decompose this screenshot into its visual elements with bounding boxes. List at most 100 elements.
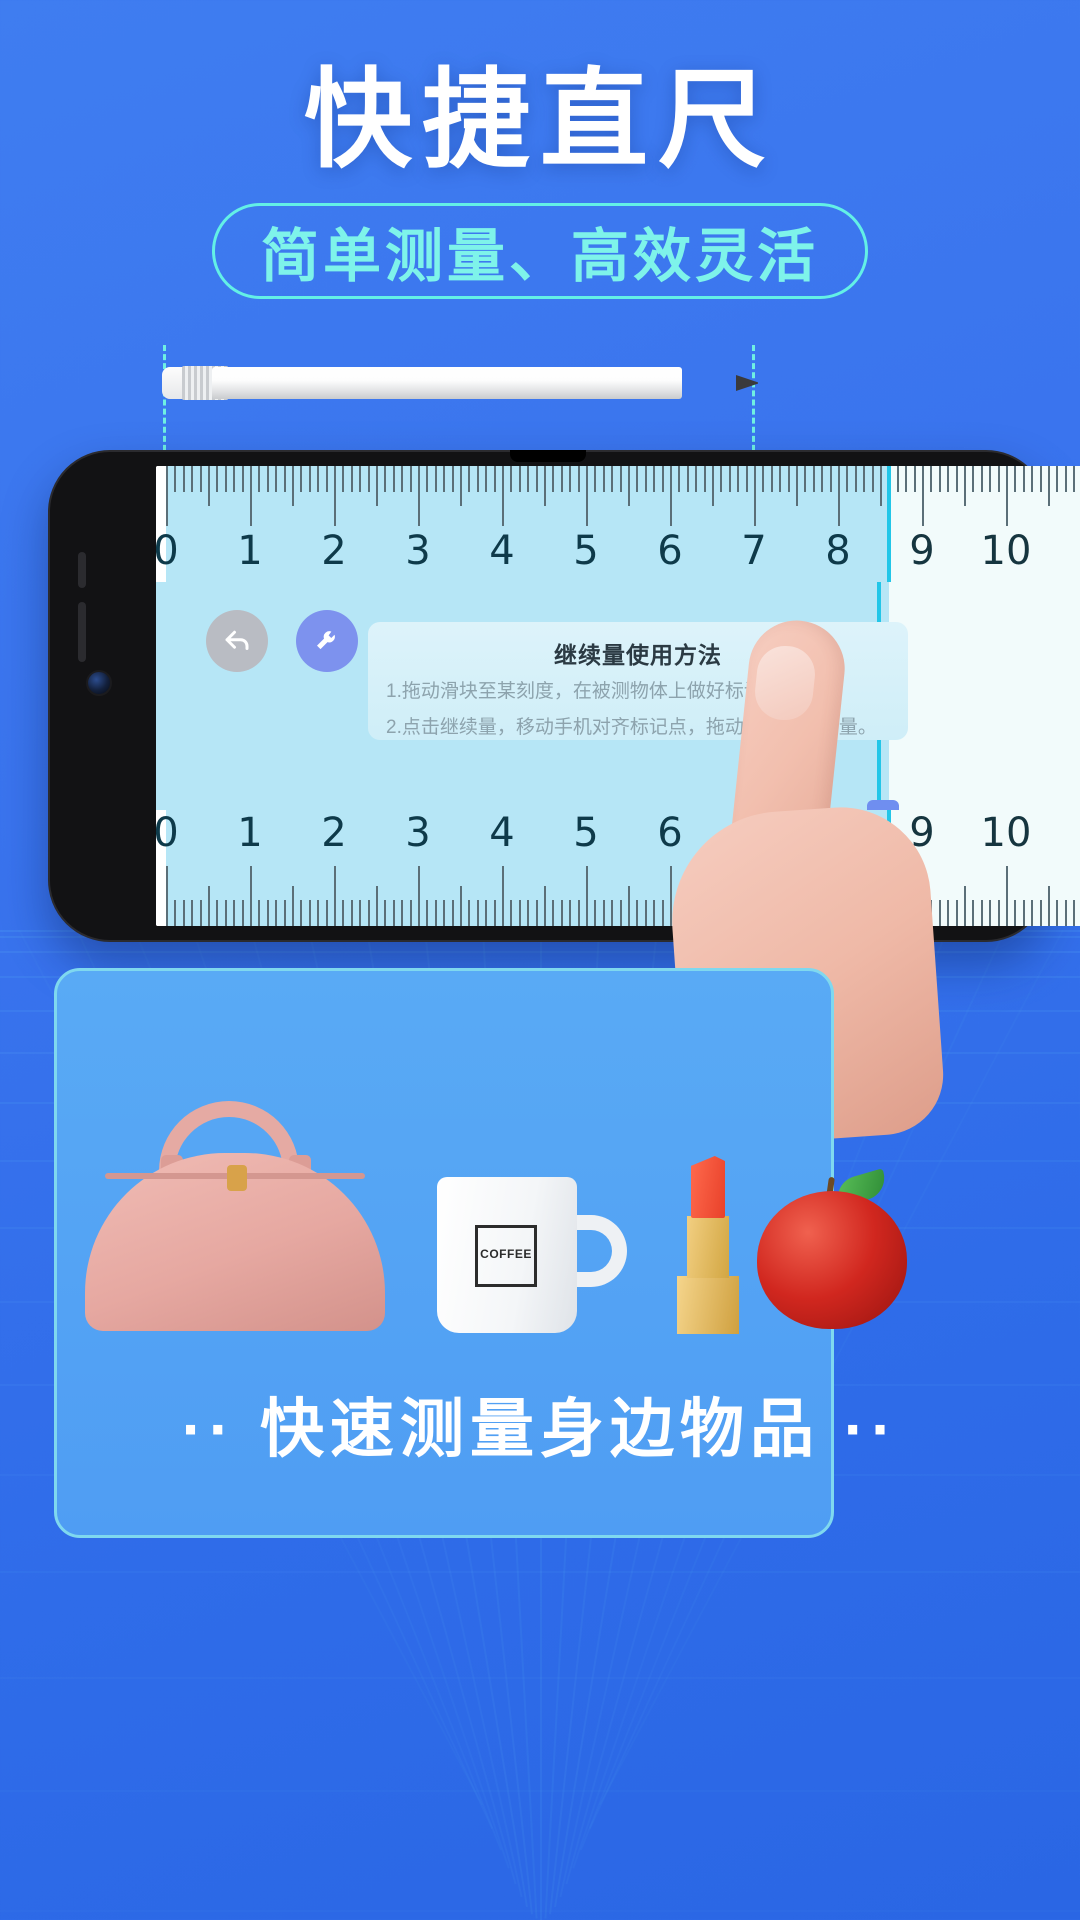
ruler-tick — [426, 900, 429, 926]
ruler-tick — [930, 466, 933, 492]
phone-volume-down-button[interactable] — [78, 602, 86, 662]
ruler-tick — [376, 466, 378, 506]
ruler-tick — [997, 900, 1000, 926]
ruler-tick — [670, 866, 672, 926]
ruler-tick — [208, 466, 210, 506]
ruler-tick — [518, 466, 521, 492]
ruler-tick — [728, 900, 731, 926]
ruler-tick — [317, 900, 320, 926]
ruler-tick — [535, 900, 538, 926]
settings-tool-button[interactable] — [296, 610, 358, 672]
phone-screen: 0 1 2 3 4 5 6 7 8 9 10 继续量使用方法 1.拖动滑块至某刻度，在被测物体上做好… — [156, 466, 1080, 926]
ruler-tick — [401, 900, 404, 926]
ruler-top[interactable]: 0 1 2 3 4 5 6 7 8 9 10 — [156, 466, 1080, 582]
ruler-tick — [174, 900, 177, 926]
ruler-tick — [241, 466, 244, 492]
ruler-tick — [443, 900, 446, 926]
ruler-tick — [325, 900, 328, 926]
ruler-tick — [745, 466, 748, 492]
ruler-tick — [485, 900, 488, 926]
phone-camera — [86, 670, 112, 696]
ruler-number: 1 — [237, 528, 263, 574]
ruler-tick — [636, 466, 639, 492]
mug-label-text: COFFEE — [480, 1247, 532, 1261]
ruler-tick — [552, 466, 555, 492]
ruler-tick — [224, 900, 227, 926]
ruler-tick — [964, 466, 966, 506]
ruler-tick — [712, 466, 714, 506]
ruler-tick — [283, 466, 286, 492]
ruler-number: 7 — [741, 528, 767, 574]
ruler-tick — [283, 900, 286, 926]
grid-horizontal-line — [0, 1910, 1080, 1912]
ruler-tick — [644, 900, 647, 926]
ruler-tick — [770, 466, 773, 492]
ruler-bottom[interactable]: 0 1 2 3 4 5 6 7 8 9 10 — [156, 810, 1080, 926]
page-title: 快捷直尺 — [303, 59, 776, 180]
ruler-tick — [728, 466, 731, 492]
back-button[interactable] — [206, 610, 268, 672]
ruler-tick — [796, 466, 798, 506]
ruler-tick — [779, 900, 782, 926]
ruler-tick — [619, 466, 622, 492]
ruler-tick — [838, 866, 840, 926]
ruler-tick — [661, 466, 664, 492]
ruler-number: 2 — [321, 528, 347, 574]
phone-speaker — [510, 450, 586, 462]
ruler-top-marker-line — [887, 466, 891, 582]
ruler-tick — [720, 466, 723, 492]
ruler-tick — [762, 900, 765, 926]
ruler-tick — [871, 466, 874, 492]
ruler-tick — [1006, 866, 1008, 926]
ruler-tick — [821, 466, 824, 492]
ruler-tick — [880, 886, 882, 926]
ruler-tick — [493, 900, 496, 926]
help-panel-line-1: 1.拖动滑块至某刻度，在被测物体上做好标记； — [386, 681, 782, 702]
ruler-tick — [863, 466, 866, 492]
ruler-number: 7 — [741, 810, 767, 856]
ruler-tick — [829, 900, 832, 926]
ruler-number: 10 — [980, 528, 1032, 574]
ruler-tick — [216, 900, 219, 926]
ruler-tick — [216, 466, 219, 492]
ruler-tick — [569, 900, 572, 926]
ruler-tick — [938, 466, 941, 492]
ruler-tick — [821, 900, 824, 926]
ruler-tick — [636, 900, 639, 926]
ruler-tick — [544, 886, 546, 926]
product-apple — [757, 1168, 907, 1329]
ruler-tick — [308, 900, 311, 926]
ruler-tick — [317, 466, 320, 492]
ruler-tick — [418, 466, 420, 526]
ruler-tick — [720, 900, 723, 926]
ruler-tick — [468, 900, 471, 926]
ruler-bottom-numbers: 0 1 2 3 4 5 6 7 8 9 10 — [156, 810, 1080, 864]
ruler-tick — [527, 466, 530, 492]
ruler-tick — [342, 466, 345, 492]
ruler-tick — [787, 466, 790, 492]
phone-volume-up-button[interactable] — [78, 552, 86, 588]
ruler-tick — [350, 466, 353, 492]
ruler-tick — [611, 466, 614, 492]
pencil-illustration — [160, 355, 770, 417]
ruler-tick — [611, 900, 614, 926]
ruler-tick — [938, 900, 941, 926]
ruler-tick — [804, 466, 807, 492]
help-panel-title: 继续量使用方法 — [554, 642, 722, 668]
ruler-tick — [812, 466, 815, 492]
ruler-tick — [787, 900, 790, 926]
ruler-number: 6 — [657, 528, 683, 574]
ruler-number: 6 — [657, 810, 683, 856]
ruler-tick — [560, 466, 563, 492]
ruler-tick — [686, 466, 689, 492]
ruler-tick — [233, 900, 236, 926]
ruler-tick — [1039, 900, 1042, 926]
grid-horizontal-line — [0, 1790, 1080, 1792]
ruler-tick — [871, 900, 874, 926]
ruler-tick — [1056, 900, 1059, 926]
ruler-tick — [182, 466, 185, 492]
ruler-tick — [199, 466, 202, 492]
ruler-tick — [594, 900, 597, 926]
ruler-tick — [602, 900, 605, 926]
ruler-tick — [350, 900, 353, 926]
